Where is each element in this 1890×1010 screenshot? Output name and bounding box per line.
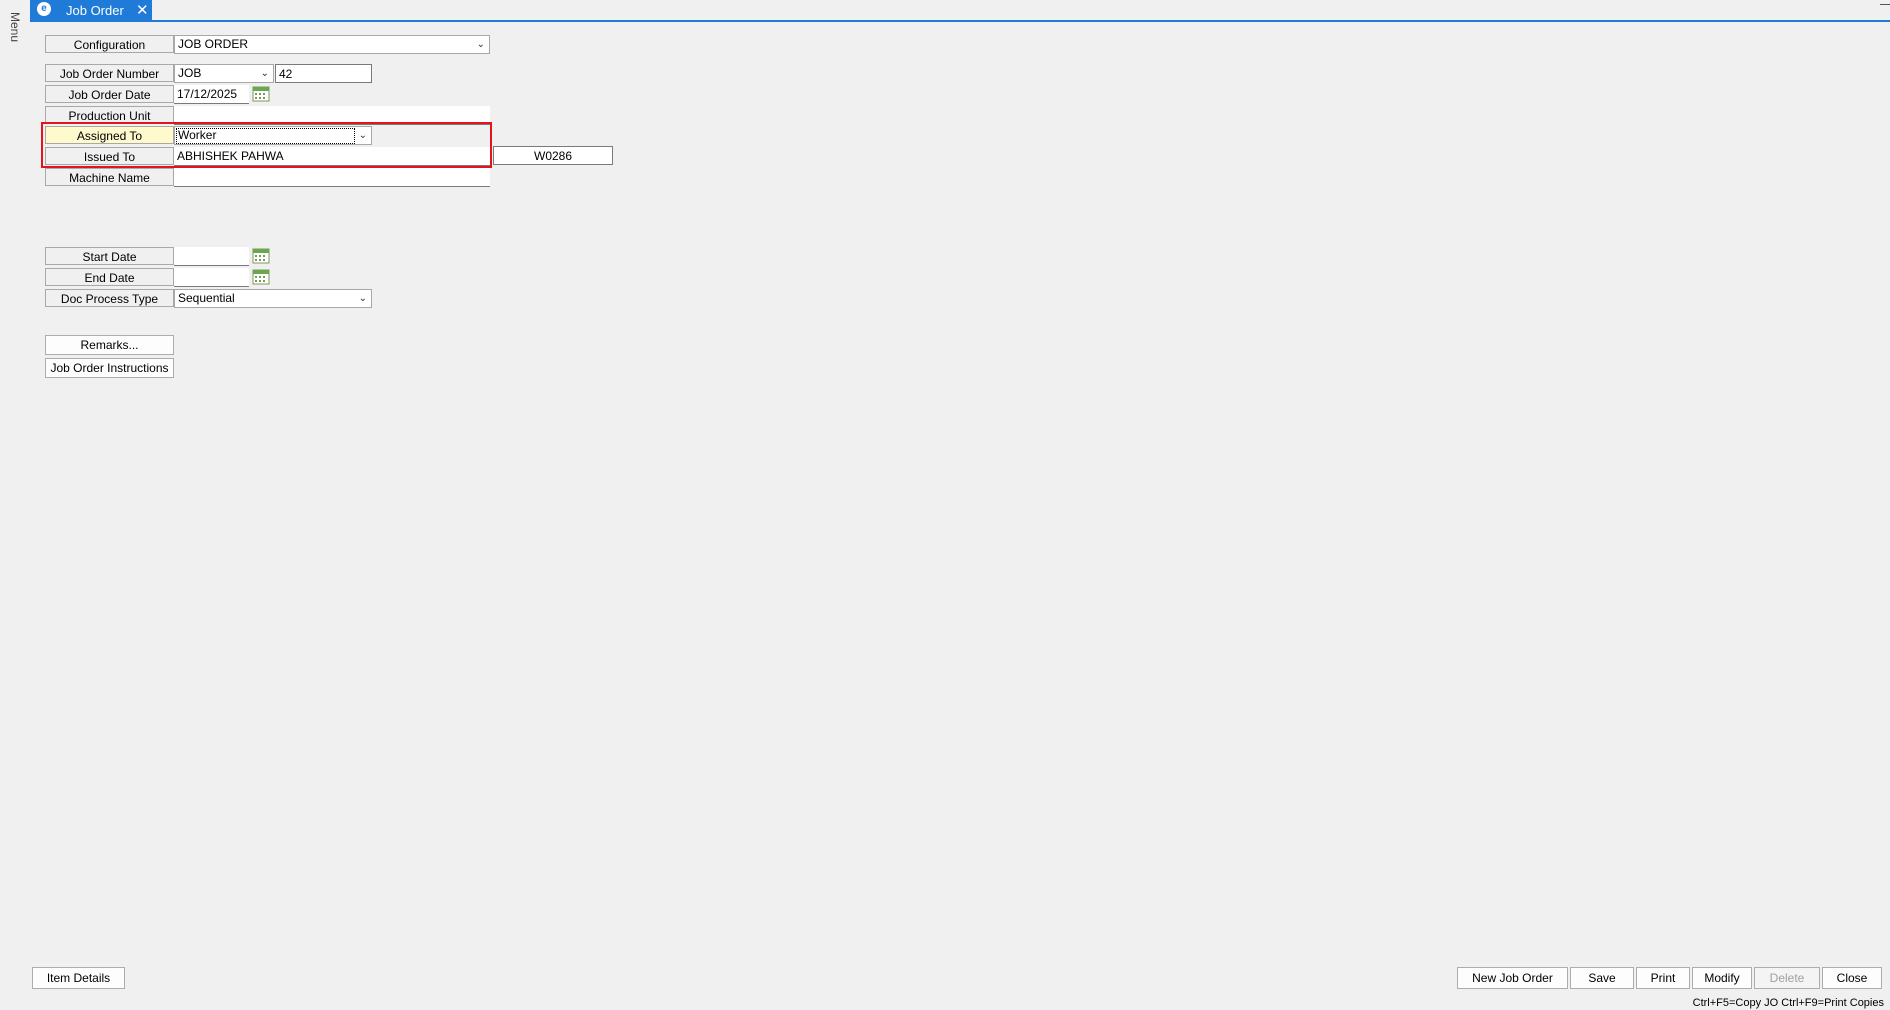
new-job-order-button[interactable]: New Job Order bbox=[1457, 967, 1568, 989]
machine-name-input[interactable] bbox=[174, 168, 490, 187]
app-logo-icon: e bbox=[37, 2, 51, 16]
doc-process-type-select[interactable]: Sequential ⌄ bbox=[174, 289, 372, 308]
modify-button[interactable]: Modify bbox=[1692, 967, 1752, 989]
tab-strip: e Job Order ✕ bbox=[30, 0, 1890, 22]
chevron-down-icon[interactable]: ⌄ bbox=[477, 36, 485, 53]
job-order-number-input[interactable]: 42 bbox=[275, 64, 372, 83]
highlight-box bbox=[41, 122, 492, 168]
close-button[interactable]: Close bbox=[1822, 967, 1882, 989]
end-date-label: End Date bbox=[45, 268, 174, 286]
tab-title: Job Order bbox=[66, 3, 124, 18]
menu-label[interactable]: Menu bbox=[8, 12, 22, 42]
job-order-prefix-select[interactable]: JOB ⌄ bbox=[174, 64, 274, 83]
status-shortcuts: Ctrl+F5=Copy JO Ctrl+F9=Print Copies bbox=[1692, 997, 1884, 1009]
tab-job-order[interactable]: e Job Order ✕ bbox=[30, 0, 152, 20]
configuration-select[interactable]: JOB ORDER ⌄ bbox=[174, 35, 490, 54]
configuration-label: Configuration bbox=[45, 35, 174, 53]
job-order-number-label: Job Order Number bbox=[45, 64, 174, 82]
close-icon[interactable]: ✕ bbox=[136, 1, 149, 19]
chevron-down-icon[interactable]: ⌄ bbox=[359, 290, 367, 307]
start-date-input[interactable] bbox=[174, 247, 249, 266]
configuration-value: JOB ORDER bbox=[178, 37, 249, 51]
calendar-icon[interactable] bbox=[252, 248, 270, 264]
delete-button: Delete bbox=[1754, 967, 1820, 989]
issued-to-code[interactable]: W0286 bbox=[493, 146, 613, 165]
calendar-icon[interactable] bbox=[252, 86, 270, 102]
machine-name-label: Machine Name bbox=[45, 168, 174, 186]
chevron-down-icon[interactable]: ⌄ bbox=[261, 65, 269, 82]
start-date-label: Start Date bbox=[45, 247, 174, 265]
item-details-button[interactable]: Item Details bbox=[32, 967, 125, 989]
job-order-instructions-button[interactable]: Job Order Instructions bbox=[45, 358, 174, 378]
calendar-icon[interactable] bbox=[252, 269, 270, 285]
print-button[interactable]: Print bbox=[1636, 967, 1690, 989]
remarks-button[interactable]: Remarks... bbox=[45, 335, 174, 355]
job-order-date-input[interactable]: 17/12/2025 bbox=[174, 85, 249, 104]
minimize-icon[interactable] bbox=[1880, 4, 1890, 5]
left-menu-sidebar[interactable]: Menu bbox=[0, 0, 26, 1010]
doc-process-type-label: Doc Process Type bbox=[45, 289, 174, 307]
doc-process-type-value: Sequential bbox=[178, 291, 235, 305]
save-button[interactable]: Save bbox=[1570, 967, 1634, 989]
end-date-input[interactable] bbox=[174, 268, 249, 287]
job-order-date-label: Job Order Date bbox=[45, 85, 174, 103]
job-order-prefix-value: JOB bbox=[178, 66, 202, 80]
